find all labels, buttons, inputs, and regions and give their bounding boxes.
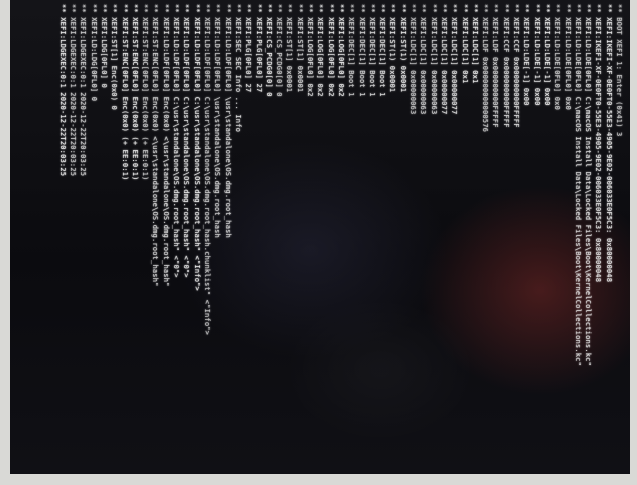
boot-log-line: ** XEFI:DEC[1] Boot 1 [378,4,386,97]
boot-log-line: ** XEFI:ST(1) 0x0001 [399,4,407,93]
boot-log-line: ** XEFI:LD:LDF[0FL0] C:\usr\standalone\O… [193,4,201,291]
boot-log-line: ** XEFI:ST:ENC[0FL0] Enc(0x0) (+ EE:0:1) [121,4,129,181]
monitor-screen: ** BOOT XEFI 1: Enter (0x41) 3 ** XEFI:IK… [10,0,630,474]
boot-log-line: ** XEFI:PLG[0FL0] 27 [255,4,263,93]
boot-log-line: ** XEFI:LDGEXEC:0:1 2020-12-22T20:03:25 [59,4,67,177]
boot-log-line: ** XEFI:ST:ENC[0FL0] Enc(0x0) (+ EE:0:1) [131,4,139,181]
boot-log-line: ** XEFI:ST:ENC[0FL0] Enc(0x0) (+ EE:0:1) [141,4,149,181]
boot-log-line: ** XEFI:LDF 0x000000000000576 [481,4,489,133]
boot-log-line: ** XEFI:IKEFI-XF-0E0FT0-55E3-4905-9E02-0… [594,4,602,283]
boot-log-line: ** XEFI:LD:LDE[0FL0] 0x0 [553,4,561,110]
boot-log-line: ** XEFI:LDG[0FL0] 0 [100,4,108,88]
boot-log-line: ** XEFI:LDC[1] 0x00000063 [419,4,427,115]
boot-log-line: ** XEFI:LD:LDF[0FL0] \usr\standalone\OS.… [213,4,221,238]
boot-log-line: ** XEFI:LDC[1] 0x1 [471,4,479,84]
boot-log-line: ** XEFI:CS_PCDG0[0] 0 [275,4,283,97]
boot-log-line: ** XEFI:LD:LDE[-1] 0x00 [543,4,551,106]
boot-log-line: ** XEFI:LD:LDF[0FL0] \usr\standalone\OS.… [224,4,232,238]
boot-log-line: ** XEFI:LD:LDF[0FL0] C:\usr\standalone\O… [172,4,180,278]
boot-log-line: ** XEFI:LDGEXEC:0:1 2020-12-22T20:03:25 [69,4,77,177]
boot-log-line: ** XEFI:LD:LDE[-1] 0x00 [522,4,530,106]
boot-log-line: ** XEFI:DEC[1] Boot 1 [347,4,355,97]
boot-log-line: ** XEFI:LDC[1] 0x00000077 [450,4,458,115]
boot-log-line: ** XEFI:ST(1) 0x0001 [388,4,396,93]
boot-log-line: ** XEFI:LDC[1] 0x00000063 [409,4,417,115]
boot-log-line: ** XEFI:LD:LDE[0FL0] 0x0 [564,4,572,110]
boot-log-line: ** XEFI:SEC SEC Info ... Info [234,4,242,133]
boot-log-line: ** XEFI:DEC[1] Boot 1 [358,4,366,97]
boot-log: ** BOOT XEFI 1: Enter (0x41) 3 ** XEFI:IK… [10,0,630,474]
boot-log-line: ** XEFI:LDC[1] 0x00000063 [430,4,438,115]
boot-log-line: ** XEFI:LD:LDE[0FL0] C:\macOS Install Da… [584,4,592,366]
boot-log-line: ** XEFI:LD:LDF[0FL0] C:\usr\standalone\O… [203,4,211,336]
boot-log-line: ** XEFI:LDGEXEC:0:1 2020-12-22T20:03:25 [79,4,87,177]
boot-log-line: ** XEFI:LD:LDG[0FL0] 0 [90,4,98,102]
boot-log-line: ** XEFI:LOG[0FL0] 0x2 [306,4,314,97]
boot-log-line: ** BOOT XEFI 1: Enter (0x41) 3 [615,4,623,137]
boot-log-line: ** XEFI:DEC[1] Boot 1 [368,4,376,97]
boot-log-line: ** XEFI:CCF 0x000000000FFFFF [502,4,510,128]
photo: ** BOOT XEFI 1: Enter (0x41) 3 ** XEFI:IK… [0,0,637,485]
boot-log-line: ** XEFI:ST[1] Enc(0x0) 0 [110,4,118,110]
boot-log-line: ** XEFI:ST:ENC[0FL0] Enc(0x0) <\usr\stan… [151,4,159,287]
boot-log-line: ** XEFI:CS_PCDG0[0] 0 [265,4,273,97]
boot-log-line: ** XEFI:IKEFI-XF-0E0FT0-55E3-4905-9E02-0… [605,4,613,283]
boot-log-line: ** XEFI:ST[1] 0x0001 [296,4,304,93]
boot-log-line: ** XEFI:LD:LDF[0FL0] Enc(0x0) <\usr\stan… [162,4,170,287]
boot-log-line: ** XEFI:ST[1] 0x0001 [285,4,293,93]
boot-log-line: ** XEFI:PLG[0FL0] 27 [244,4,252,93]
boot-log-line: ** XEFI:LOG[0FL0] 0x2 [316,4,324,97]
boot-log-line: ** XEFI:LDF 0x000000000FFFFF [491,4,499,128]
boot-log-line: ** XEFI:LOG[0FL0] 0x2 [337,4,345,97]
boot-log-line: ** XEFI:LOG[0FL0] 0x2 [327,4,335,97]
boot-log-line: ** XEFI:LD:LDE[0FL0] C:\macOS Install Da… [574,4,582,366]
boot-log-line: ** XEFI:LD:LDF[0FL0] C:\usr\standalone\O… [182,4,190,278]
boot-log-line: ** XEFI:LDC[1] 0x1 [461,4,469,84]
boot-log-line: ** XEFI:LDC[1] 0x00000077 [440,4,448,115]
boot-log-line: ** XEFI:LD:LDE[-1] 0x00 [533,4,541,106]
boot-log-line: ** XEFI:CCF 0x000000000FFFFF [512,4,520,128]
